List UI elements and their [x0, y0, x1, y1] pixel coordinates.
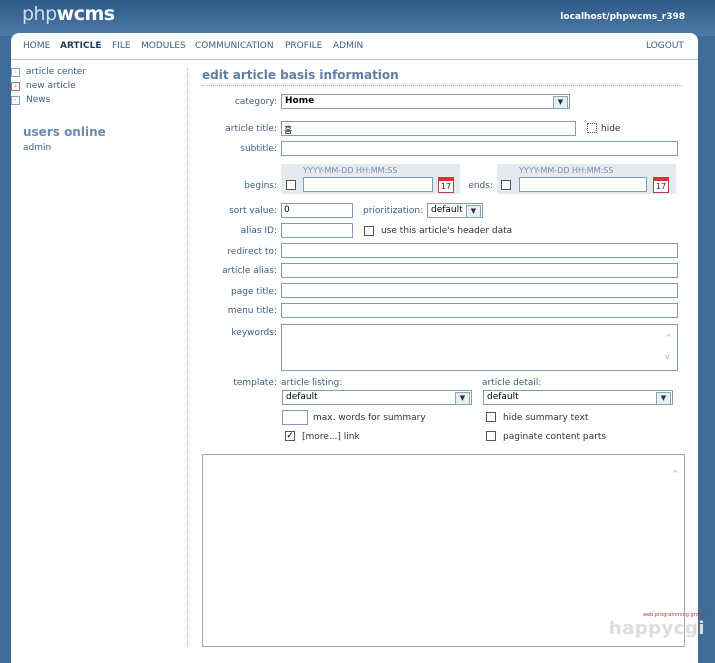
- nav-admin[interactable]: ADMIN: [333, 41, 363, 51]
- chevron-down-icon: ▼: [656, 392, 671, 405]
- paginate-label: paginate content parts: [503, 432, 607, 442]
- online-user[interactable]: admin: [23, 143, 51, 153]
- article-detail-label: article detail:: [482, 378, 542, 388]
- article-detail-select[interactable]: default ▼: [483, 390, 673, 405]
- sidebar-item-label: new article: [26, 81, 76, 91]
- redirect-input[interactable]: [281, 243, 678, 258]
- header-bar: phpwcms localhost/phpwcms_r398: [0, 0, 715, 36]
- max-words-input[interactable]: [282, 410, 308, 425]
- article-listing-label: article listing:: [281, 378, 343, 388]
- ends-date-format: YYYY-MM-DD HH:MM:SS: [519, 166, 614, 175]
- sort-value-input[interactable]: 0: [281, 203, 353, 218]
- nav-file[interactable]: FILE: [112, 41, 131, 51]
- alias-id-input[interactable]: [281, 223, 353, 238]
- sort-value-label: sort value:: [229, 206, 277, 216]
- article-alias-input[interactable]: [281, 263, 678, 278]
- more-link-label: [more...] link: [302, 432, 360, 442]
- menu-title-label: menu title:: [227, 306, 277, 316]
- sidebar: › article center › new article › News: [11, 66, 171, 108]
- scroll-up-icon[interactable]: ^: [672, 469, 679, 478]
- article-listing-select[interactable]: default ▼: [282, 390, 472, 405]
- watermark-big-text: happycgi: [608, 618, 705, 639]
- page-title-label: page title:: [231, 287, 277, 297]
- article-title-label: article title:: [225, 124, 277, 134]
- alias-id-label: alias ID:: [240, 226, 277, 236]
- nav-home[interactable]: HOME: [23, 41, 50, 51]
- scroll-up-icon[interactable]: ^: [665, 333, 672, 342]
- use-header-data-checkbox[interactable]: [364, 226, 374, 236]
- sidebar-item-news[interactable]: › News: [11, 94, 171, 106]
- scroll-down-icon[interactable]: v: [665, 352, 670, 361]
- hide-label: hide: [601, 124, 621, 134]
- ends-checkbox[interactable]: [501, 180, 511, 190]
- column-divider: [187, 68, 189, 647]
- chevron-down-icon: ▼: [466, 205, 481, 218]
- hide-checkbox[interactable]: [587, 123, 597, 133]
- template-label: template:: [233, 378, 277, 388]
- arrow-right-icon: ›: [11, 95, 20, 105]
- calendar-day: 17: [655, 182, 667, 191]
- title-divider: [202, 85, 682, 86]
- keywords-textarea[interactable]: ^ v: [281, 324, 678, 371]
- app-logo[interactable]: phpwcms: [22, 3, 115, 25]
- calendar-icon[interactable]: 17: [438, 177, 454, 193]
- begins-date-format: YYYY-MM-DD HH:MM:SS: [303, 166, 398, 175]
- nav-modules[interactable]: MODULES: [141, 41, 186, 51]
- hide-summary-label: hide summary text: [503, 413, 589, 423]
- category-label: category:: [234, 97, 277, 107]
- article-title-input[interactable]: 홈: [281, 121, 576, 136]
- calendar-icon[interactable]: 17: [653, 177, 669, 193]
- sidebar-item-label: article center: [26, 67, 87, 77]
- nav-article[interactable]: ARTICLE: [60, 41, 101, 51]
- more-link-checkbox[interactable]: ✓: [285, 431, 295, 441]
- begins-input[interactable]: [303, 177, 433, 192]
- paginate-checkbox[interactable]: [486, 431, 496, 441]
- sidebar-item-article-center[interactable]: › article center: [11, 66, 171, 78]
- sidebar-item-new-article[interactable]: › new article: [11, 80, 171, 92]
- category-value: Home: [285, 96, 315, 106]
- ends-input[interactable]: [519, 177, 647, 192]
- arrow-right-icon: ›: [11, 67, 20, 77]
- article-alias-label: article alias:: [222, 266, 277, 276]
- sidebar-item-label: News: [26, 95, 51, 105]
- nav-profile[interactable]: PROFILE: [285, 41, 322, 51]
- category-select[interactable]: Home ▼: [281, 94, 570, 109]
- max-words-label: max. words for summary: [313, 413, 426, 423]
- page-title: edit article basis information: [202, 68, 399, 82]
- keywords-label: keywords:: [231, 328, 277, 338]
- chevron-down-icon: ▼: [455, 392, 470, 405]
- article-listing-value: default: [286, 392, 318, 402]
- logout-link[interactable]: LOGOUT: [646, 41, 684, 51]
- chevron-down-icon: ▼: [553, 96, 568, 109]
- keywords-scrollbar[interactable]: ^ v: [662, 325, 677, 370]
- watermark-logo: web programming group happycgi: [609, 612, 705, 639]
- users-online-heading: users online: [23, 125, 106, 139]
- use-header-data-label: use this article's header data: [381, 226, 513, 236]
- logo-php-text: php: [22, 3, 57, 25]
- hide-summary-checkbox[interactable]: [486, 412, 496, 422]
- hostname-label: localhost/phpwcms_r398: [560, 12, 685, 22]
- redirect-label: redirect to:: [227, 247, 277, 257]
- article-detail-value: default: [487, 392, 519, 402]
- begins-label: begins:: [244, 181, 277, 191]
- prioritization-label: prioritization:: [363, 206, 424, 216]
- calendar-day: 17: [440, 182, 452, 191]
- page-title-input[interactable]: [281, 283, 678, 298]
- logo-wcms-text: wcms: [56, 3, 115, 25]
- arrow-right-icon: ›: [11, 81, 20, 91]
- main-nav: HOME ARTICLE FILE MODULES COMMUNICATION …: [11, 33, 698, 60]
- menu-title-input[interactable]: [281, 303, 678, 318]
- nav-communication[interactable]: COMMUNICATION: [195, 41, 274, 51]
- subtitle-input[interactable]: [281, 141, 678, 156]
- prioritization-select[interactable]: default ▼: [427, 203, 483, 218]
- begins-checkbox[interactable]: [286, 180, 296, 190]
- prioritization-value: default: [431, 205, 463, 215]
- subtitle-label: subtitle:: [240, 144, 277, 154]
- ends-label: ends:: [468, 181, 493, 191]
